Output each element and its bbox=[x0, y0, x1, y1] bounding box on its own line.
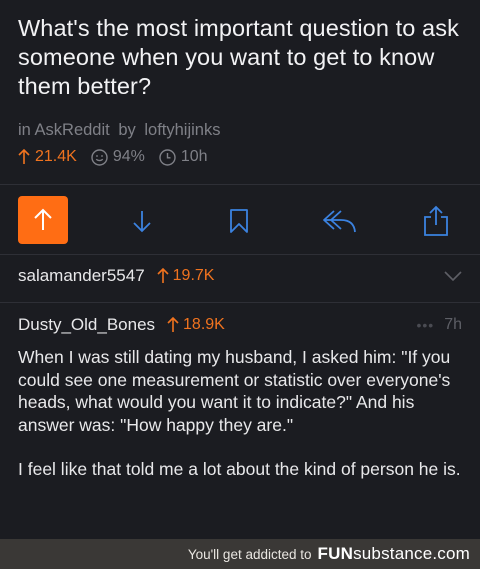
comment-score-value: 19.7K bbox=[172, 267, 215, 284]
by-prefix: by bbox=[118, 121, 136, 139]
footer-tagline: You'll get addicted to bbox=[187, 546, 312, 562]
post-title: What's the most important question to as… bbox=[18, 15, 459, 99]
save-button[interactable] bbox=[214, 196, 264, 246]
watermark-footer: You'll get addicted to FUN substance.com bbox=[0, 539, 480, 569]
collapsed-comment[interactable]: salamander5547 19.7K bbox=[18, 262, 462, 290]
comment: Dusty_Old_Bones 18.9K ••• 7h When I was … bbox=[18, 312, 462, 503]
funsubstance-logo: FUN substance.com bbox=[318, 544, 470, 564]
smiley-icon bbox=[91, 148, 108, 166]
reply-icon bbox=[323, 210, 356, 233]
brand-bold: FUN bbox=[317, 544, 354, 563]
downvote-icon bbox=[133, 211, 151, 233]
clock-icon bbox=[159, 148, 176, 166]
comment-header: Dusty_Old_Bones 18.9K ••• 7h bbox=[18, 312, 462, 338]
post-meta: in AskReddit by loftyhijinks bbox=[18, 121, 462, 140]
comment-score: 18.9K bbox=[167, 316, 225, 334]
arrow-up-small-icon bbox=[157, 268, 169, 283]
post-age: 10h bbox=[159, 148, 208, 166]
share-icon bbox=[424, 205, 448, 236]
upvote-ratio-value: 94% bbox=[112, 148, 145, 165]
action-bar bbox=[0, 196, 480, 246]
post-score: 21.4K bbox=[18, 148, 77, 166]
arrow-up-small-icon bbox=[167, 317, 179, 332]
post-stats: 21.4K 94% 10h bbox=[18, 148, 462, 166]
divider bbox=[0, 302, 480, 303]
comment-paragraph: When I was still dating my husband, I as… bbox=[18, 347, 451, 435]
comment-paragraph: I feel like that told me a lot about the… bbox=[18, 459, 461, 479]
more-options-icon[interactable]: ••• bbox=[416, 317, 434, 333]
upvote-button[interactable] bbox=[18, 196, 68, 244]
share-button[interactable] bbox=[411, 196, 461, 246]
comment-username[interactable]: salamander5547 bbox=[18, 266, 145, 286]
bookmark-icon bbox=[230, 209, 248, 233]
comment-username[interactable]: Dusty_Old_Bones bbox=[18, 315, 155, 335]
subreddit-prefix: in bbox=[18, 121, 31, 139]
comment-body: When I was still dating my husband, I as… bbox=[18, 346, 462, 481]
divider bbox=[0, 254, 480, 255]
comment-score-value: 18.9K bbox=[183, 316, 225, 333]
post-header: What's the most important question to as… bbox=[0, 0, 480, 166]
comment-score: 19.7K bbox=[157, 267, 215, 285]
author-link[interactable]: loftyhijinks bbox=[144, 121, 220, 139]
upvote-icon bbox=[34, 208, 52, 230]
brand-rest: substance.com bbox=[353, 544, 470, 563]
subreddit-link[interactable]: AskReddit bbox=[35, 121, 110, 139]
comment-age: 7h bbox=[444, 316, 462, 333]
arrow-up-small-icon bbox=[18, 149, 30, 164]
post-age-value: 10h bbox=[180, 148, 208, 165]
divider bbox=[0, 184, 480, 185]
upvote-ratio: 94% bbox=[91, 148, 145, 166]
downvote-button[interactable] bbox=[117, 196, 167, 246]
post-score-value: 21.4K bbox=[35, 148, 77, 165]
comment-meta: ••• 7h bbox=[416, 316, 462, 334]
reply-button[interactable] bbox=[314, 196, 364, 246]
chevron-down-icon[interactable] bbox=[444, 271, 462, 281]
